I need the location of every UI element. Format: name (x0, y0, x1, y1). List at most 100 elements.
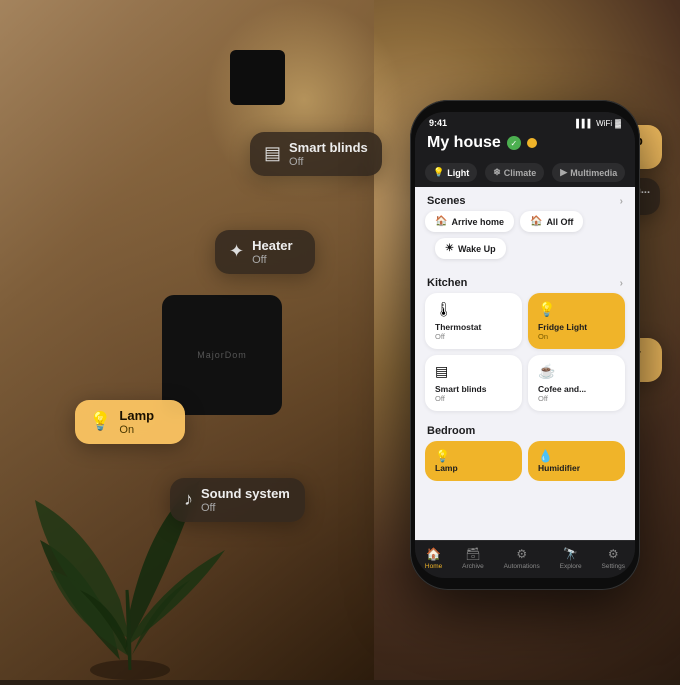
heater-icon: ✦ (229, 241, 244, 262)
lamp-status: On (119, 424, 154, 436)
tab-multimedia[interactable]: ▶ Multimedia (552, 163, 625, 182)
scene-wake-row: ☀ Wake Up (425, 238, 635, 265)
scenes-section: Scenes › 🏠 Arrive home 🏠 All Off (415, 187, 635, 265)
lamp-title: Lamp (119, 408, 154, 424)
climate-tab-label: Climate (504, 168, 537, 178)
wake-up-label: Wake Up (458, 244, 496, 254)
coffee-name: Cofee and... (538, 384, 615, 394)
light-tab-label: Light (447, 168, 469, 178)
fridge-light-name: Fridge Light (538, 322, 615, 332)
phone-mockup: 9:41 ▌▌▌ WiFi ▓ My house ✓ 💡 (410, 100, 640, 590)
fridge-light-status: On (538, 332, 615, 341)
kitchen-title: Kitchen (427, 277, 467, 289)
status-time: 9:41 (429, 118, 447, 128)
verified-icon: ✓ (507, 136, 521, 150)
bedroom-header: Bedroom (415, 417, 635, 441)
archive-nav-label: Archive (462, 563, 484, 570)
sound-system-title: Sound system (201, 486, 290, 502)
kitchen-chevron[interactable]: › (620, 278, 623, 289)
bedroom-device-row: 💡 Lamp 💧 Humidifier (415, 441, 635, 487)
wall-device-top (230, 50, 285, 105)
thermostat-name: Thermostat (435, 322, 512, 332)
automations-nav-label: Automations (504, 563, 540, 570)
coffee-status: Off (538, 394, 615, 403)
kitchen-section: Kitchen › 🌡 Thermostat Off 💡 Fridge Ligh… (415, 269, 635, 417)
bedroom-lamp-name: Lamp (435, 463, 512, 473)
nav-archive[interactable]: 🗃 Archive (462, 547, 484, 570)
kitchen-blinds-tile[interactable]: ▤ Smart blinds Off (425, 355, 522, 411)
bedroom-lamp-icon: 💡 (435, 449, 512, 463)
heater-card[interactable]: ✦ Heater Off (215, 230, 315, 274)
bedroom-humidifier-tile[interactable]: 💧 Humidifier (528, 441, 625, 481)
explore-nav-label: Explore (560, 563, 582, 570)
bedroom-humidifier-icon: 💧 (538, 449, 615, 463)
lamp-icon: 💡 (89, 411, 111, 432)
sound-system-status: Off (201, 502, 290, 514)
smart-blinds-card[interactable]: ▤ Smart blinds Off (250, 132, 382, 176)
thermostat-status: Off (435, 332, 512, 341)
home-nav-label: Home (425, 563, 442, 570)
kitchen-device-grid: 🌡 Thermostat Off 💡 Fridge Light On ▤ Sma… (415, 293, 635, 417)
nav-settings[interactable]: ⚙ Settings (602, 547, 626, 570)
arrive-home-icon: 🏠 (435, 216, 447, 227)
bedroom-section: Bedroom 💡 Lamp 💧 Humidifier (415, 417, 635, 487)
status-bar: 9:41 ▌▌▌ WiFi ▓ (415, 112, 635, 130)
fridge-light-icon: 💡 (538, 301, 615, 318)
signal-icon: ▌▌▌ (576, 119, 593, 128)
status-dot (527, 138, 537, 148)
scenes-chevron[interactable]: › (620, 196, 623, 207)
nav-automations[interactable]: ⚙ Automations (504, 547, 540, 570)
bedroom-title: Bedroom (427, 425, 475, 437)
phone-outer: 9:41 ▌▌▌ WiFi ▓ My house ✓ 💡 (410, 100, 640, 590)
sound-system-card[interactable]: ♪ Sound system Off (170, 478, 305, 522)
climate-tab-icon: ❄ (493, 167, 501, 178)
category-tabs: 💡 Light ❄ Climate ▶ Multimedia (415, 158, 635, 187)
thermostat-icon: 🌡 (435, 301, 512, 318)
multimedia-tab-icon: ▶ (560, 167, 567, 178)
smart-blinds-icon: ▤ (264, 143, 281, 164)
light-tab-icon: 💡 (433, 167, 444, 178)
multimedia-tab-label: Multimedia (570, 168, 617, 178)
kitchen-blinds-icon: ▤ (435, 363, 512, 380)
arrive-home-label: Arrive home (451, 217, 504, 227)
nav-explore[interactable]: 🔭 Explore (560, 547, 582, 570)
battery-icon: ▓ (615, 119, 621, 128)
scene-wake-up[interactable]: ☀ Wake Up (435, 238, 506, 259)
thermostat-tile[interactable]: 🌡 Thermostat Off (425, 293, 522, 349)
archive-nav-icon: 🗃 (465, 547, 480, 561)
settings-nav-label: Settings (602, 563, 626, 570)
scene-all-off[interactable]: 🏠 All Off (520, 211, 583, 232)
automations-nav-icon: ⚙ (516, 547, 527, 561)
settings-nav-icon: ⚙ (608, 547, 619, 561)
wifi-icon: WiFi (596, 119, 612, 128)
sound-system-icon: ♪ (184, 489, 193, 510)
home-nav-icon: 🏠 (426, 547, 441, 561)
smart-blinds-title: Smart blinds (289, 140, 368, 156)
smart-blinds-status: Off (289, 156, 368, 168)
scenes-header: Scenes › (415, 187, 635, 211)
coffee-tile[interactable]: ☕ Cofee and... Off (528, 355, 625, 411)
scenes-row: 🏠 Arrive home 🏠 All Off (415, 211, 635, 238)
heater-title: Heater (252, 238, 292, 254)
coffee-icon: ☕ (538, 363, 615, 380)
scene-arrive-home[interactable]: 🏠 Arrive home (425, 211, 514, 232)
bottom-nav: 🏠 Home 🗃 Archive ⚙ Automations 🔭 Explore… (415, 540, 635, 578)
tab-light[interactable]: 💡 Light (425, 163, 477, 182)
status-icons: ▌▌▌ WiFi ▓ (576, 119, 621, 128)
phone-screen: 9:41 ▌▌▌ WiFi ▓ My house ✓ 💡 (415, 112, 635, 578)
all-off-label: All Off (546, 217, 573, 227)
fridge-light-tile[interactable]: 💡 Fridge Light On (528, 293, 625, 349)
wake-up-icon: ☀ (445, 243, 454, 254)
scenes-title: Scenes (427, 195, 466, 207)
device-brand-label: MajorDom (197, 350, 247, 360)
heater-status: Off (252, 254, 292, 266)
tab-climate[interactable]: ❄ Climate (485, 163, 544, 182)
kitchen-blinds-name: Smart blinds (435, 384, 512, 394)
app-header: My house ✓ (415, 130, 635, 158)
bedroom-lamp-tile[interactable]: 💡 Lamp (425, 441, 522, 481)
bedroom-humidifier-name: Humidifier (538, 463, 615, 473)
nav-home[interactable]: 🏠 Home (425, 547, 442, 570)
lamp-card[interactable]: 💡 Lamp On (75, 400, 185, 444)
app-content: Scenes › 🏠 Arrive home 🏠 All Off (415, 187, 635, 540)
wall-device-mid: MajorDom (162, 295, 282, 415)
